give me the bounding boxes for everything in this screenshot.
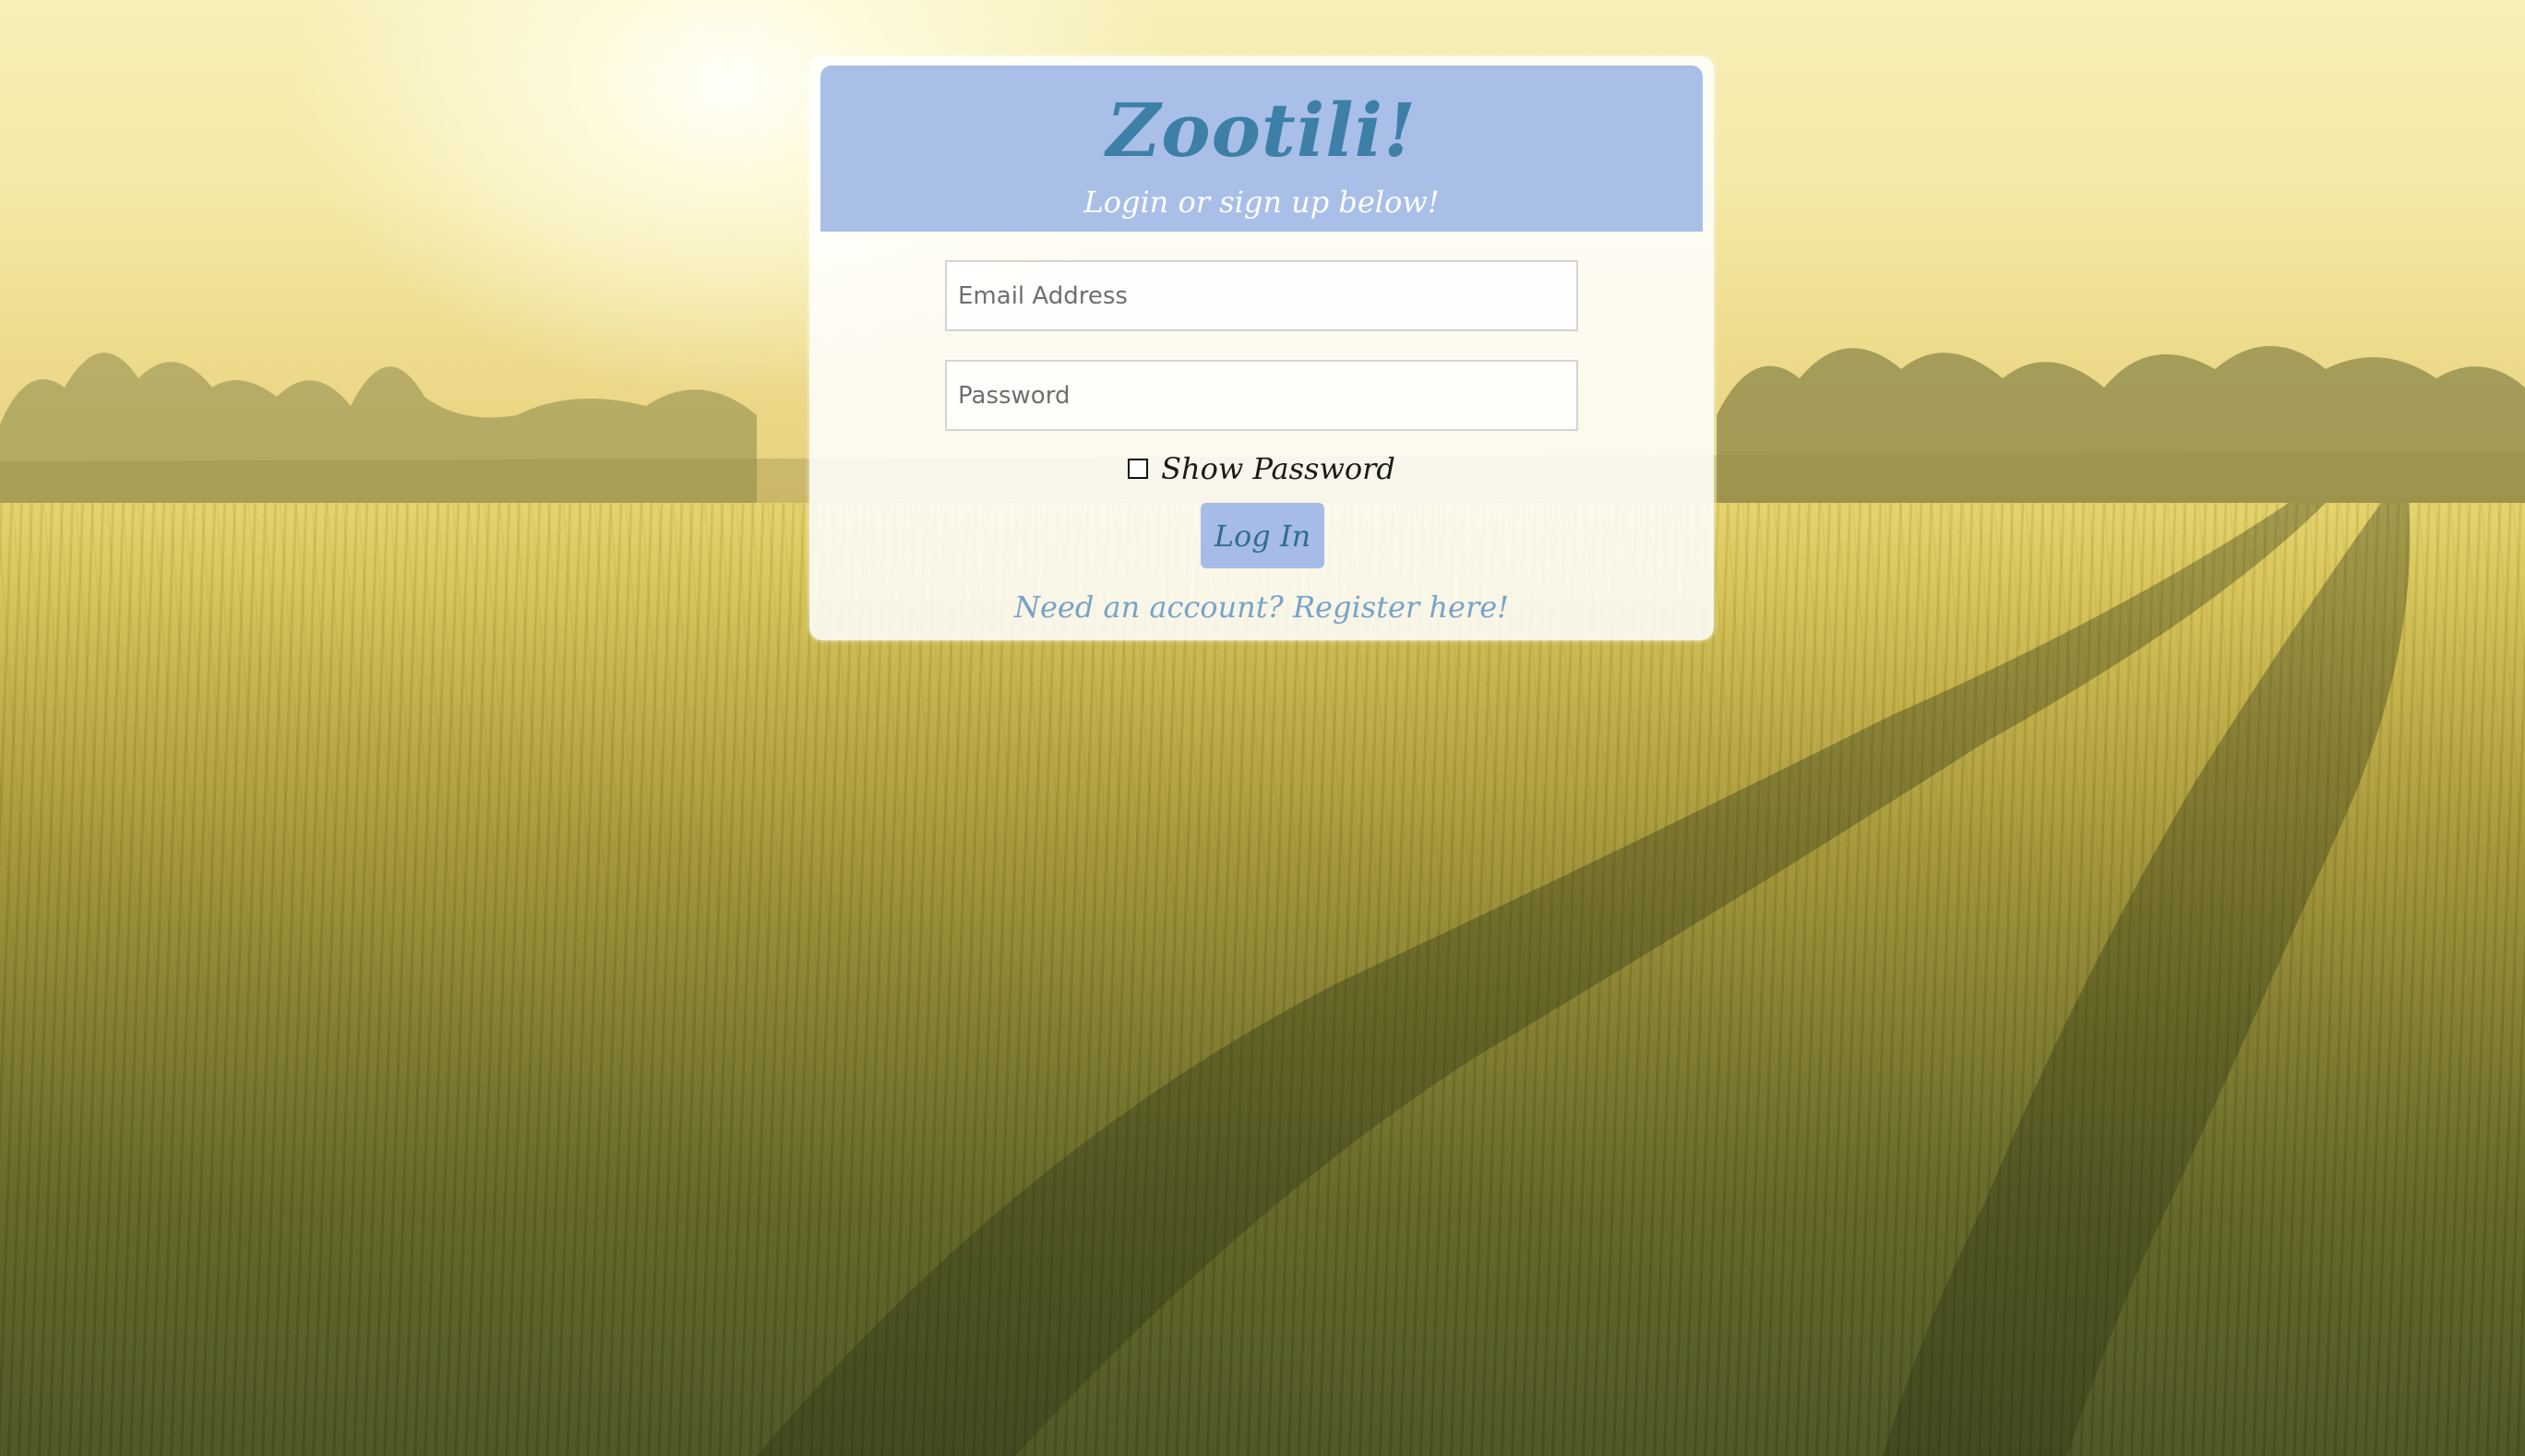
login-button[interactable]: Log In xyxy=(1201,503,1324,568)
password-field[interactable] xyxy=(945,360,1578,431)
login-header: Zootili! Login or sign up below! xyxy=(820,66,1703,232)
background-tracks xyxy=(757,503,2411,1456)
show-password-checkbox[interactable] xyxy=(1128,459,1149,479)
register-link[interactable]: Need an account? Register here! xyxy=(809,589,1714,626)
login-card: Zootili! Login or sign up below! Show Pa… xyxy=(809,56,1714,640)
show-password-label[interactable]: Show Password xyxy=(1161,451,1395,486)
email-field[interactable] xyxy=(945,260,1578,331)
app-title: Zootili! xyxy=(1106,87,1418,173)
app-subtitle: Login or sign up below! xyxy=(1083,185,1440,220)
show-password-row: Show Password xyxy=(809,448,1714,489)
